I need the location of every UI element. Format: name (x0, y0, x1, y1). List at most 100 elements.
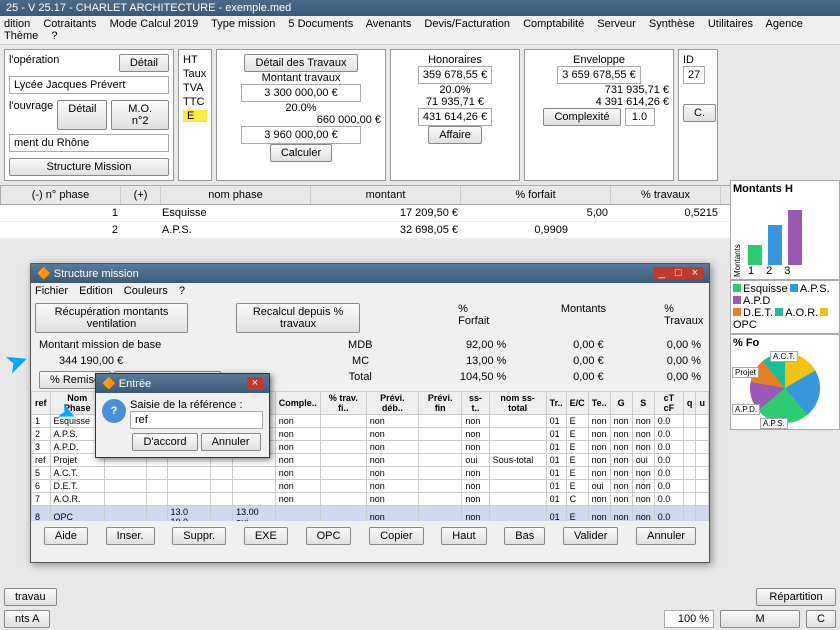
sr-f: 92,00 % (409, 339, 506, 351)
m-button[interactable]: M (720, 610, 800, 628)
col-header[interactable]: Prévi. fin (419, 392, 462, 415)
table-row[interactable]: 7A.O.R.nonnonnon01Cnonnonnon0.0 (32, 493, 709, 506)
close-icon[interactable]: × (247, 377, 263, 390)
ht-label: HT (183, 54, 207, 66)
col-header[interactable]: E/C (566, 392, 588, 415)
reference-input[interactable] (130, 411, 263, 429)
col-header[interactable]: Tr.. (546, 392, 566, 415)
cell: non (610, 493, 632, 506)
minimize-icon[interactable]: _ (654, 267, 670, 279)
operation-label: l'opération (9, 54, 59, 72)
cell: C (566, 493, 588, 506)
honoraires-panel: Honoraires 359 678,55 € 20.0% 71 935,71 … (390, 49, 520, 181)
col-header[interactable]: ref (32, 392, 51, 415)
c-button[interactable]: C (806, 610, 836, 628)
inser-button[interactable]: Inser. (106, 527, 155, 545)
col-header[interactable]: Te.. (588, 392, 610, 415)
copier-button[interactable]: Copier (369, 527, 423, 545)
detail-button[interactable]: Détail (119, 54, 169, 72)
complexite-value[interactable]: 1.0 (625, 108, 655, 126)
c-button[interactable]: C. (683, 104, 716, 122)
col-header[interactable]: Comple.. (275, 392, 320, 415)
dlg-menu-couleurs[interactable]: Couleurs (124, 285, 168, 297)
structure-mission-button[interactable]: Structure Mission (9, 158, 169, 176)
cell (696, 428, 709, 441)
cell: non (632, 467, 654, 480)
bar (748, 245, 762, 265)
gh-plus[interactable]: (+) (121, 186, 161, 204)
valider-button[interactable]: Valider (563, 527, 618, 545)
dlg-menu-fichier[interactable]: Fichier (35, 285, 68, 297)
col-header[interactable]: cT cF (654, 392, 683, 415)
close-icon[interactable]: × (687, 267, 703, 279)
table-row[interactable]: 6D.E.T.nonnonnon01Eouinonnon0.0 (32, 480, 709, 493)
calculer-button[interactable]: Calculer (270, 144, 332, 162)
cell: 01 (546, 428, 566, 441)
cell (696, 480, 709, 493)
cell: non (588, 415, 610, 428)
dlg-menu-help[interactable]: ? (179, 285, 185, 297)
menu-compta[interactable]: Comptabilité (523, 18, 584, 30)
travau-button[interactable]: travau (4, 588, 57, 606)
col-header[interactable]: q (683, 392, 696, 415)
table-row[interactable]: 1 Esquisse 17 209,50 € 5,00 0,5215 (0, 205, 840, 222)
ouvrage-detail-button[interactable]: Détail (57, 100, 107, 130)
cell (210, 480, 233, 493)
col-header[interactable]: S (632, 392, 654, 415)
client-field[interactable]: Lycée Jacques Prévert (9, 76, 169, 94)
ok-button[interactable]: D'accord (132, 433, 197, 451)
col-header[interactable]: nom ss-total (489, 392, 546, 415)
cancel-button[interactable]: Annuler (201, 433, 261, 451)
col-header[interactable]: G (610, 392, 632, 415)
cell: 01 (546, 454, 566, 467)
recuperation-button[interactable]: Récupération montants ventilation (35, 303, 188, 333)
dept-field[interactable]: ment du Rhône (9, 134, 169, 152)
opc-button[interactable]: OPC (306, 527, 352, 545)
nts-button[interactable]: nts A (4, 610, 50, 628)
suppr-button[interactable]: Suppr. (172, 527, 226, 545)
menu-help[interactable]: ? (51, 30, 57, 42)
recalcul-button[interactable]: Recalcul depuis % travaux (236, 303, 360, 333)
dialog-menubar: Fichier Edition Couleurs ? (31, 283, 709, 299)
montant-value[interactable]: 3 300 000,00 € (241, 84, 361, 102)
id-v1: 27 (683, 66, 705, 84)
menu-cotraitants[interactable]: Cotraitants (43, 18, 96, 30)
bar (768, 225, 782, 265)
cell (489, 415, 546, 428)
col-header[interactable]: Prévi. déb.. (366, 392, 418, 415)
table-row[interactable]: 8OPC13.0 10.013.00 ouinonnon01Enonnonnon… (32, 506, 709, 522)
row-nom: Esquisse (160, 205, 310, 221)
col-header[interactable]: ss-t.. (462, 392, 489, 415)
repartition-button[interactable]: Répartition (756, 588, 836, 606)
aide-button[interactable]: Aide (44, 527, 88, 545)
menu-edition[interactable]: dition (4, 18, 30, 30)
menu-theme[interactable]: Thème (4, 30, 38, 42)
cell: non (588, 441, 610, 454)
affaire-button[interactable]: Affaire (428, 126, 482, 144)
exe-button[interactable]: EXE (244, 527, 288, 545)
haut-button[interactable]: Haut (441, 527, 486, 545)
col-header[interactable]: u (696, 392, 709, 415)
table-row[interactable]: 2 A.P.S. 32 698,05 € 0,9909 (0, 222, 840, 239)
cell: non (588, 506, 610, 522)
col-header[interactable]: % trav. fi.. (320, 392, 366, 415)
menu-documents[interactable]: 5 Documents (288, 18, 353, 30)
menu-serveur[interactable]: Serveur (597, 18, 636, 30)
maximize-icon[interactable]: □ (670, 267, 687, 279)
cell (683, 480, 696, 493)
annuler-button[interactable]: Annuler (636, 527, 696, 545)
complexite-button[interactable]: Complexité (543, 108, 620, 126)
dlg-menu-edition[interactable]: Edition (79, 285, 113, 297)
menu-agence[interactable]: Agence (766, 18, 803, 30)
detail-travaux-button[interactable]: Détail des Travaux (244, 54, 357, 72)
menu-utilitaires[interactable]: Utilitaires (708, 18, 753, 30)
menu-avenants[interactable]: Avenants (366, 18, 412, 30)
bas-button[interactable]: Bas (504, 527, 545, 545)
menu-devis[interactable]: Devis/Facturation (424, 18, 510, 30)
menu-mode-calcul[interactable]: Mode Calcul 2019 (110, 18, 199, 30)
menu-type-mission[interactable]: Type mission (211, 18, 275, 30)
mo-button[interactable]: M.O. n°2 (111, 100, 169, 130)
menu-synthese[interactable]: Synthèse (649, 18, 695, 30)
table-row[interactable]: 5A.C.T.nonnonnon01Enonnonnon0.0 (32, 467, 709, 480)
cell (147, 493, 168, 506)
